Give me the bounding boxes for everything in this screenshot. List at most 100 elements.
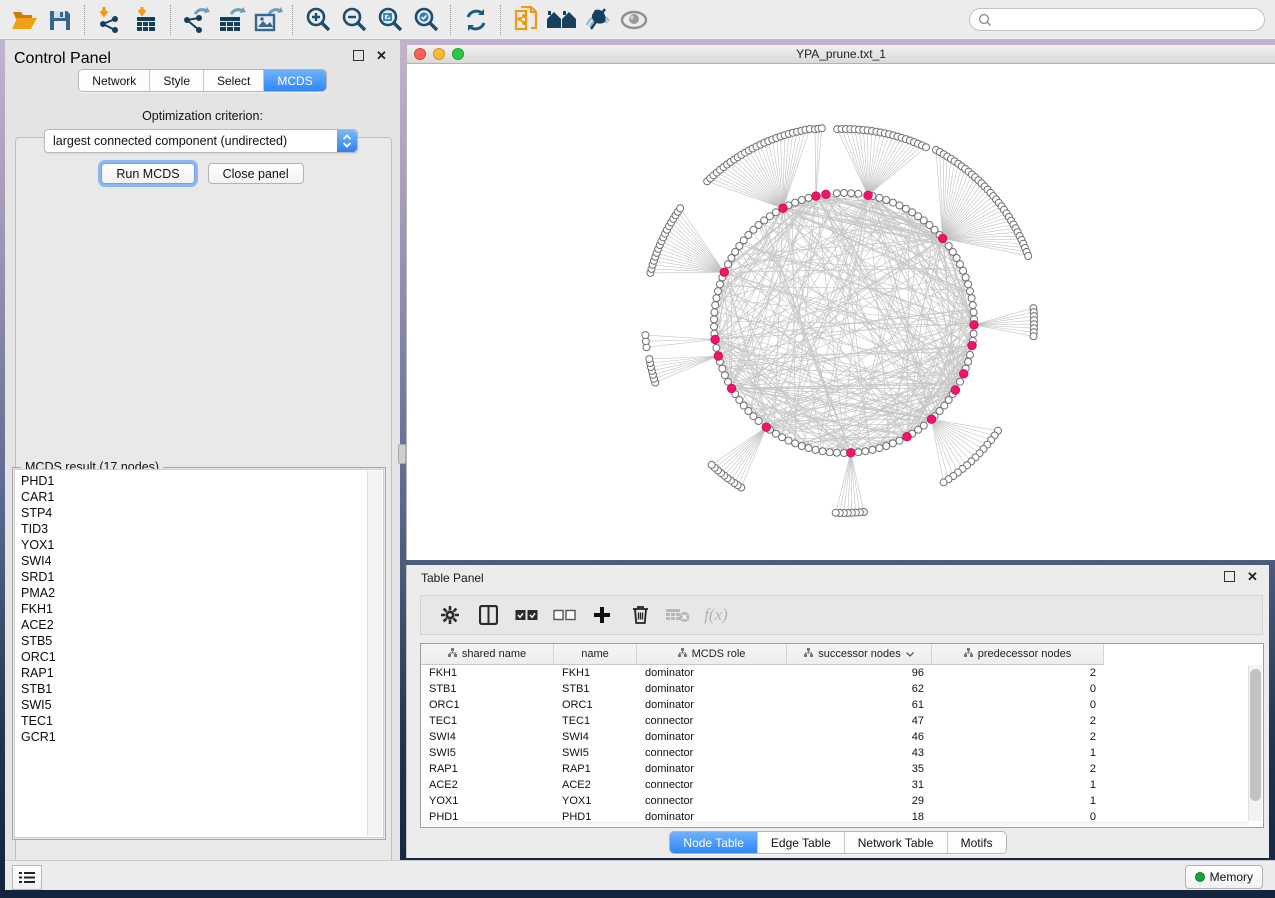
show-columns-icon[interactable] (469, 598, 507, 632)
mcds-result-item[interactable]: TID3 (21, 521, 363, 537)
sample-networks-icon[interactable] (544, 4, 580, 36)
zoom-fit-icon[interactable] (372, 4, 408, 36)
table-row[interactable]: TEC1TEC1connector472 (421, 713, 1104, 729)
search-box[interactable] (969, 8, 1265, 31)
mcds-result-item[interactable]: RAP1 (21, 665, 363, 681)
tab-select[interactable]: Select (204, 70, 264, 91)
column-header-shared-name[interactable]: shared name (421, 644, 554, 664)
table-settings-gear-icon[interactable] (431, 598, 469, 632)
export-network-icon[interactable] (178, 4, 214, 36)
network-window-titlebar[interactable]: YPA_prune.txt_1 (407, 45, 1275, 64)
delete-column-icon[interactable] (621, 598, 659, 632)
close-table-panel-icon[interactable]: ✕ (1246, 570, 1259, 583)
add-column-icon[interactable] (583, 598, 621, 632)
birdseye-view-icon[interactable] (616, 4, 652, 36)
mcds-result-item[interactable]: SWI5 (21, 697, 363, 713)
import-table-icon[interactable] (128, 4, 164, 36)
table-cell: 2 (932, 761, 1104, 777)
memory-button[interactable]: Memory (1185, 865, 1263, 889)
mcds-result-item[interactable]: CAR1 (21, 489, 363, 505)
tab-network-table[interactable]: Network Table (845, 832, 948, 853)
network-nodes[interactable] (642, 125, 1038, 517)
import-network-icon[interactable] (92, 4, 128, 36)
select-all-icon[interactable] (507, 598, 545, 632)
table-cell: connector (637, 793, 787, 809)
table-hscrollbar[interactable] (422, 821, 1248, 826)
zoom-in-icon[interactable] (300, 4, 336, 36)
table-row[interactable]: RAP1RAP1dominator352 (421, 761, 1104, 777)
mcds-result-item[interactable]: GCR1 (21, 729, 363, 745)
tab-style[interactable]: Style (150, 70, 204, 91)
mcds-result-item[interactable]: STP4 (21, 505, 363, 521)
zoom-out-icon[interactable] (336, 4, 372, 36)
column-header-successor-nodes[interactable]: successor nodes (787, 644, 932, 664)
mcds-result-item[interactable]: PMA2 (21, 585, 363, 601)
tab-node-table[interactable]: Node Table (670, 832, 758, 853)
list-scrollbar[interactable] (367, 471, 382, 836)
float-table-panel-icon[interactable] (1223, 570, 1236, 583)
table-row[interactable]: SWI5SWI5connector431 (421, 745, 1104, 761)
column-header-MCDS-role[interactable]: MCDS role (637, 644, 787, 664)
toolbar-separator (450, 5, 452, 35)
close-panel-icon[interactable]: ✕ (375, 49, 388, 62)
table-cell: 61 (787, 697, 932, 713)
table-cell: TEC1 (421, 713, 554, 729)
table-cell: 2 (932, 729, 1104, 745)
search-input[interactable] (992, 12, 1256, 28)
export-image-icon[interactable] (250, 4, 286, 36)
table-cell: FKH1 (554, 665, 637, 681)
table-row[interactable]: ORC1ORC1dominator610 (421, 697, 1104, 713)
save-session-icon[interactable] (42, 4, 78, 36)
mcds-result-item[interactable]: STB5 (21, 633, 363, 649)
table-scrollbar-thumb[interactable] (1250, 669, 1261, 801)
table-row[interactable]: SWI4SWI4dominator462 (421, 729, 1104, 745)
mcds-result-item[interactable]: TEC1 (21, 713, 363, 729)
hide-graphics-details-icon[interactable] (580, 4, 616, 36)
table-row[interactable]: YOX1YOX1connector291 (421, 793, 1104, 809)
network-canvas[interactable] (407, 64, 1275, 560)
refresh-view-icon[interactable] (458, 4, 494, 36)
mcds-result-item[interactable]: ACE2 (21, 617, 363, 633)
table-cell: 1 (932, 745, 1104, 761)
node-table[interactable]: shared namenameMCDS role successor nodes p… (420, 643, 1264, 828)
mcds-result-item[interactable]: ORC1 (21, 649, 363, 665)
float-panel-icon[interactable] (352, 49, 365, 62)
table-cell: 47 (787, 713, 932, 729)
table-row[interactable]: FKH1FKH1dominator962 (421, 665, 1104, 681)
table-row[interactable]: ACE2ACE2connector311 (421, 777, 1104, 793)
table-cell: SWI4 (554, 729, 637, 745)
hierarchy-icon (964, 648, 973, 660)
clone-network-icon[interactable] (508, 4, 544, 36)
export-table-icon[interactable] (214, 4, 250, 36)
tab-motifs[interactable]: Motifs (948, 832, 1006, 853)
mcds-result-list[interactable]: PHD1CAR1STP4TID3YOX1SWI4SRD1PMA2FKH1ACE2… (14, 469, 384, 838)
tab-mcds[interactable]: MCDS (264, 70, 325, 91)
mcds-result-item[interactable]: STB1 (21, 681, 363, 697)
criterion-dropdown[interactable]: largest connected component (undirected) (44, 129, 358, 153)
table-scrollbar[interactable] (1248, 665, 1262, 821)
control-panel-title: Control Panel (14, 50, 111, 68)
mcds-result-group: MCDS result (17 nodes) PHD1CAR1STP4TID3Y… (12, 467, 386, 840)
tab-edge-table[interactable]: Edge Table (758, 832, 845, 853)
mcds-result-item[interactable]: SWI4 (21, 553, 363, 569)
table-panel-tabs: Node TableEdge TableNetwork TableMotifs (669, 831, 1006, 854)
open-session-icon[interactable] (6, 4, 42, 36)
mcds-result-item[interactable]: YOX1 (21, 537, 363, 553)
run-mcds-button[interactable]: Run MCDS (101, 163, 194, 184)
column-header-name[interactable]: name (554, 644, 637, 664)
deselect-all-icon[interactable] (545, 598, 583, 632)
table-panel-title: Table Panel (421, 571, 484, 585)
tab-network[interactable]: Network (79, 70, 150, 91)
table-row[interactable]: STB1STB1dominator620 (421, 681, 1104, 697)
table-cell: dominator (637, 729, 787, 745)
mcds-result-item[interactable]: FKH1 (21, 601, 363, 617)
mcds-result-item[interactable]: PHD1 (21, 473, 363, 489)
close-panel-button[interactable]: Close panel (208, 163, 304, 184)
mcds-result-item[interactable]: SRD1 (21, 569, 363, 585)
column-label: successor nodes (818, 648, 901, 660)
table-cell: RAP1 (554, 761, 637, 777)
panel-splitter-grip[interactable] (398, 444, 406, 464)
column-header-predecessor-nodes[interactable]: predecessor nodes (932, 644, 1104, 664)
zoom-selected-icon[interactable] (408, 4, 444, 36)
panel-visibility-button[interactable] (12, 865, 42, 890)
